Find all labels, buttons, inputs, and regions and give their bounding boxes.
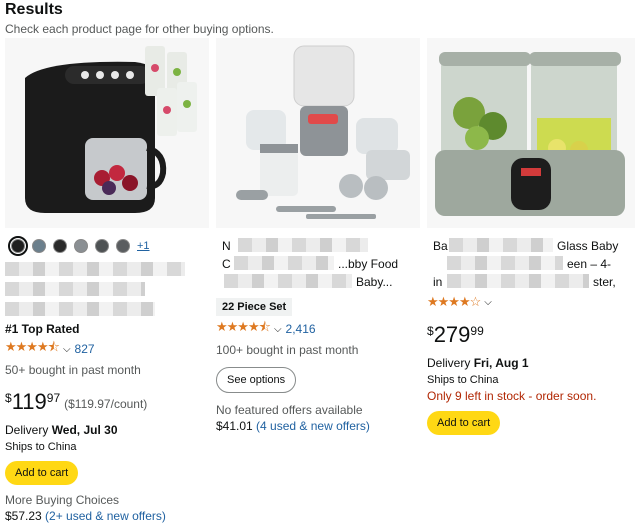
product-card-2: N C ...bby Food Baby... 22 Piece Set ★★★… (216, 38, 420, 518)
title-fragment-5: ster, (593, 275, 616, 289)
star-rating-icon[interactable]: ★★★★⯪ (5, 338, 60, 360)
more-colors-link[interactable]: +1 (137, 240, 150, 252)
results-header: Results Check each product page for othe… (5, 0, 635, 36)
more-buying-choices-label: More Buying Choices (5, 493, 120, 507)
title-fragment-1: N (222, 239, 231, 253)
ships-to: Ships to China (5, 441, 77, 453)
unit-price: ($119.97/count) (64, 397, 148, 411)
see-options-button[interactable]: See options (216, 367, 297, 393)
color-swatches: +1 (5, 236, 209, 256)
review-count-link[interactable]: 827 (75, 342, 95, 356)
review-count-link[interactable]: 2,416 (286, 322, 316, 336)
title-fragment-3: een – 4- (567, 257, 612, 271)
rating-row: ★★★★☆ ⌵ (427, 294, 635, 310)
swatch-color-4[interactable] (74, 239, 88, 253)
price-fraction: 97 (46, 391, 61, 405)
add-to-cart-button[interactable]: Add to cart (427, 411, 501, 435)
piece-set-badge: 22 Piece Set (216, 298, 293, 316)
price-currency: $ (5, 391, 12, 405)
product-image-nuby-food-set[interactable] (216, 38, 420, 228)
results-title: Results (5, 1, 63, 18)
star-rating-icon[interactable]: ★★★★☆ (427, 294, 481, 310)
redacted-title-line-1 (449, 238, 553, 252)
swatch-color-1[interactable] (8, 236, 28, 256)
price[interactable]: $ 119 97 ($119.97/count) (5, 391, 209, 413)
redacted-title-line-3 (5, 302, 155, 316)
delivery-label: Delivery (5, 423, 49, 437)
bought-past-month: 50+ bought in past month (5, 363, 141, 377)
swatch-color-3[interactable] (53, 239, 67, 253)
no-featured-offers: No featured offers available (216, 403, 363, 417)
delivery-label: Delivery (427, 356, 471, 370)
redacted-title-line-3 (224, 274, 352, 288)
title-fragment-4: in (433, 275, 443, 289)
delivery-info: Delivery Fri, Aug 1 (427, 356, 635, 370)
redacted-title-line-2 (447, 256, 563, 270)
title-fragment-2: Glass Baby (557, 239, 619, 253)
rating-row: ★★★★⯪ ⌵ 827 (5, 338, 209, 360)
product-title-redacted[interactable] (5, 262, 209, 316)
redacted-title-line-1 (5, 262, 185, 276)
used-new-offers-link[interactable]: (4 used & new offers) (256, 419, 370, 433)
title-fragment-3: ...bby Food (338, 257, 399, 271)
price-whole: 119 (11, 389, 47, 414)
redacted-title-line-3 (447, 274, 589, 288)
swatch-color-2[interactable] (32, 239, 46, 253)
redacted-title-line-2 (234, 256, 334, 270)
results-subtitle: Check each product page for other buying… (5, 22, 274, 36)
redacted-title-line-2 (5, 282, 145, 296)
swatch-color-5[interactable] (95, 239, 109, 253)
swatch-color-6[interactable] (116, 239, 130, 253)
ships-to: Ships to China (427, 374, 499, 386)
offer-row: $41.01 (4 used & new offers) (216, 419, 420, 433)
product-title-redacted[interactable]: N C ...bby Food Baby... (216, 238, 420, 290)
chevron-down-icon[interactable]: ⌵ (484, 297, 492, 308)
price[interactable]: $ 279 99 (427, 324, 635, 346)
title-fragment-4: Baby... (356, 275, 393, 289)
delivery-date: Wed, Jul 30 (51, 423, 118, 437)
redacted-title-line-1 (238, 238, 368, 252)
price-whole: 279 (433, 322, 471, 347)
title-fragment-1: Ba (433, 239, 448, 253)
delivery-info: Delivery Wed, Jul 30 (5, 423, 209, 437)
rating-row: ★★★★⯪ ⌵ 2,416 (216, 318, 420, 340)
chevron-down-icon[interactable]: ⌵ (63, 344, 71, 355)
top-rated-badge: #1 Top Rated (5, 322, 80, 336)
stock-warning: Only 9 left in stock - order soon. (427, 389, 597, 403)
title-fragment-2: C (222, 257, 231, 271)
delivery-date: Fri, Aug 1 (473, 356, 529, 370)
add-to-cart-button[interactable]: Add to cart (5, 461, 79, 485)
used-new-offers-link[interactable]: (2+ used & new offers) (45, 509, 166, 523)
offer-row: $57.23 (2+ used & new offers) (5, 509, 209, 523)
offer-price: $41.01 (216, 419, 253, 433)
product-image-baby-food-maker-black[interactable] (5, 38, 209, 228)
product-card-1: +1 #1 Top Rated ★★★★⯪ ⌵ 827 50+ bought i… (5, 38, 209, 523)
offer-price: $57.23 (5, 509, 42, 523)
star-rating-icon[interactable]: ★★★★⯪ (216, 318, 271, 340)
bought-past-month: 100+ bought in past month (216, 343, 359, 357)
price-fraction: 99 (470, 324, 484, 338)
product-title-redacted[interactable]: Ba Glass Baby een – 4- in ster, (427, 238, 635, 292)
product-card-3: Ba Glass Baby een – 4- in ster, ★★★★☆ ⌵ … (427, 38, 635, 518)
chevron-down-icon[interactable]: ⌵ (274, 324, 282, 335)
price-currency: $ (427, 324, 434, 338)
product-image-dual-glass-food-maker[interactable] (427, 38, 635, 228)
